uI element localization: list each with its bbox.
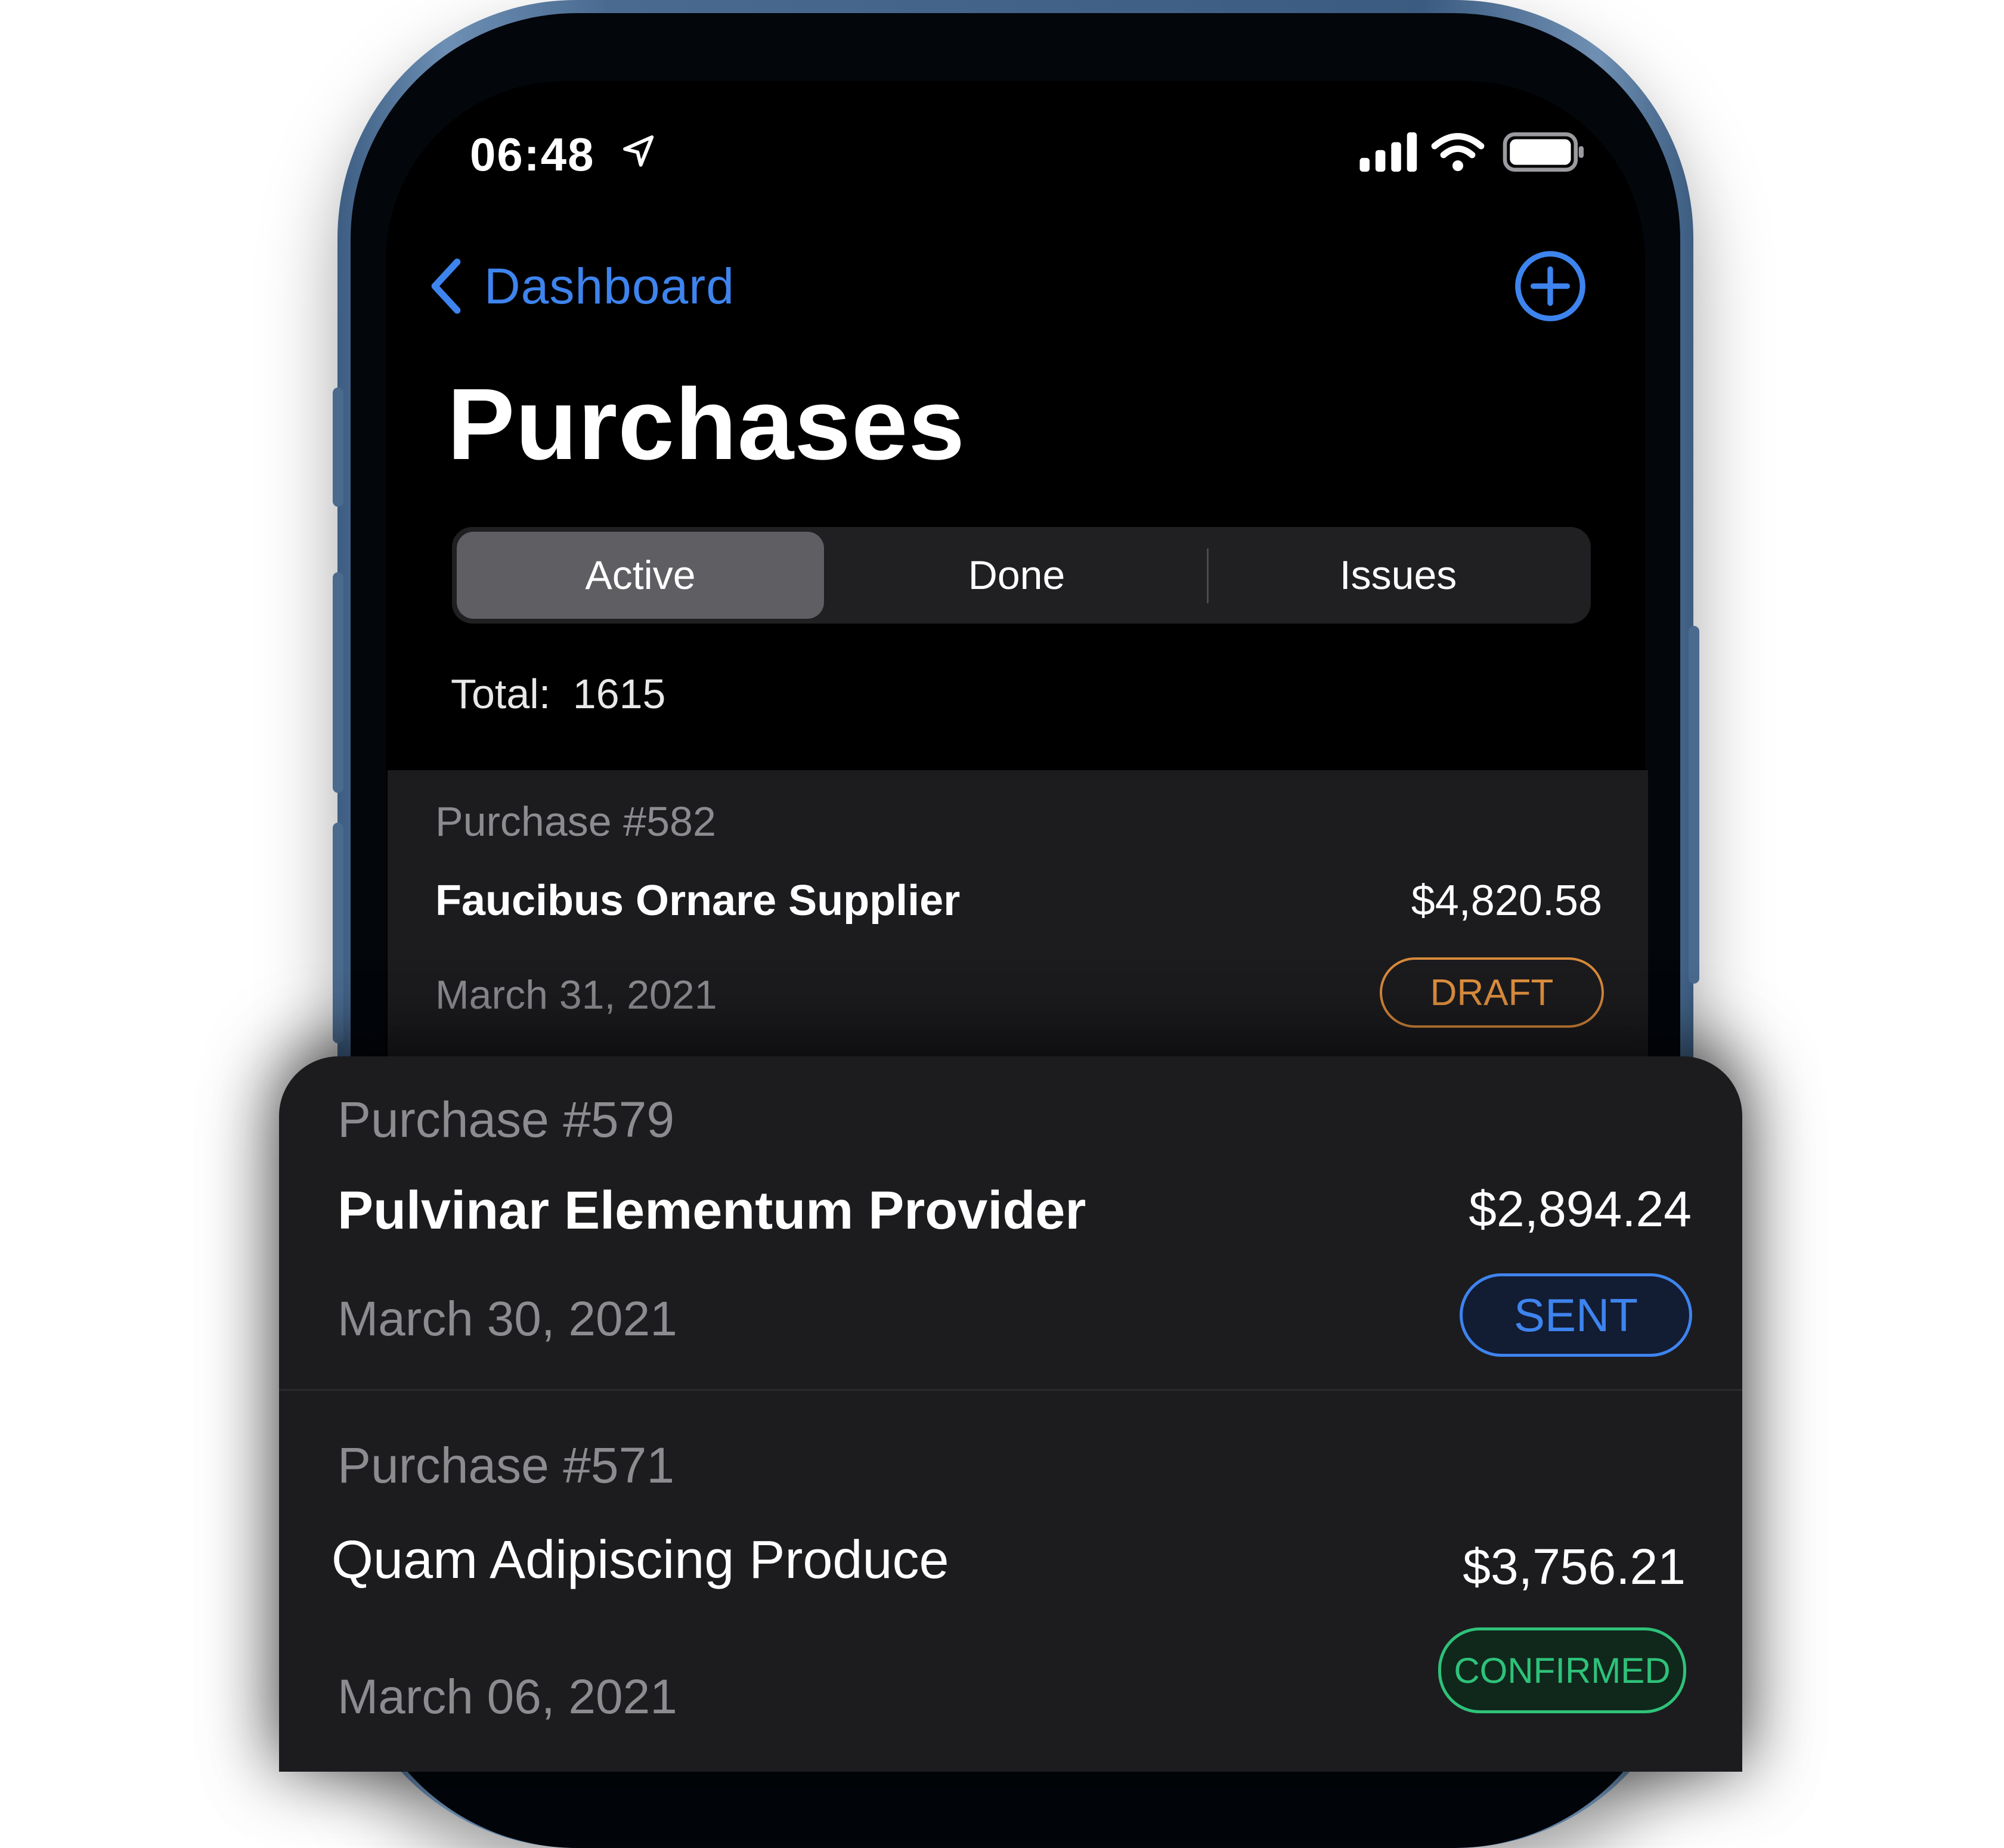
purchase-amount: $3,756.21 (1463, 1539, 1686, 1595)
phone-power-button (1689, 626, 1699, 984)
battery-icon (1503, 132, 1584, 172)
phone-volume-up-button (333, 572, 343, 793)
tab-issues[interactable]: Issues (1210, 532, 1586, 619)
total-count: Total: 1615 (451, 670, 666, 718)
list-divider (279, 1389, 1742, 1391)
purchase-amount: $4,820.58 (1411, 877, 1602, 925)
status-badge-sent: SENT (1460, 1273, 1692, 1357)
phone-volume-down-button (333, 823, 343, 1043)
location-arrow-icon (623, 135, 654, 167)
back-button[interactable]: Dashboard (427, 250, 735, 322)
cellular-signal-icon (1359, 132, 1417, 172)
purchase-date: March 30, 2021 (337, 1292, 677, 1346)
purchase-number: Purchase #579 (337, 1092, 675, 1148)
purchase-date: March 31, 2021 (435, 972, 717, 1018)
segmented-control: Active Done Issues (452, 527, 1591, 624)
status-time: 06:48 (470, 128, 595, 181)
wifi-icon (1431, 133, 1485, 171)
chevron-left-icon (431, 258, 461, 314)
segment-divider (1207, 548, 1209, 603)
plus-circle-icon[interactable] (1513, 249, 1587, 323)
status-badge-confirmed: CONFIRMED (1438, 1627, 1686, 1713)
status-badge-draft: DRAFT (1380, 957, 1604, 1028)
total-value: 1615 (572, 671, 666, 717)
purchase-number: Purchase #582 (435, 798, 716, 845)
supplier-name[interactable]: Quam Adipiscing Produce (332, 1530, 949, 1591)
supplier-name[interactable]: Pulvinar Elementum Provider (337, 1180, 1086, 1242)
tab-active[interactable]: Active (457, 532, 824, 619)
page-title: Purchases (447, 368, 965, 481)
back-button-label: Dashboard (484, 258, 735, 314)
purchase-number: Purchase #571 (337, 1437, 675, 1493)
phone-side-button (333, 387, 343, 507)
supplier-name: Faucibus Ornare Supplier (435, 877, 961, 925)
total-label: Total: (451, 671, 551, 717)
tab-done[interactable]: Done (829, 532, 1204, 619)
purchase-date: March 06, 2021 (337, 1670, 677, 1724)
purchase-amount: $2,894.24 (1469, 1181, 1692, 1237)
